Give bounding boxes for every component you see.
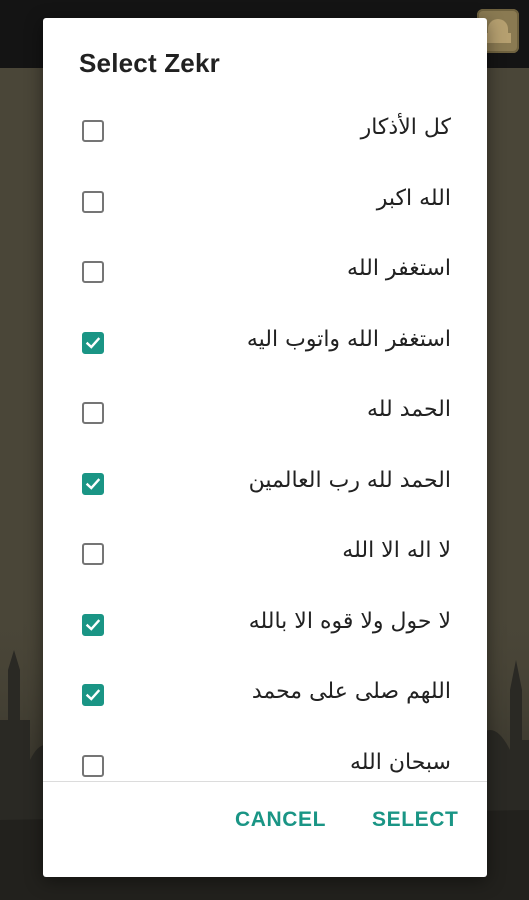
checkbox-checked[interactable] <box>82 331 104 354</box>
zekr-list-item[interactable]: الحمد لله رب العالمين <box>43 451 487 521</box>
dialog-title: Select Zekr <box>79 48 220 78</box>
check-icon <box>85 689 101 701</box>
select-button[interactable]: SELECT <box>372 806 458 834</box>
check-icon <box>85 477 101 490</box>
zekr-item-label: الله اكبر <box>376 185 451 211</box>
zekr-list-item[interactable]: سبحان الله <box>43 733 487 782</box>
zekr-item-label: سبحان الله <box>349 749 451 775</box>
checkbox-unchecked[interactable] <box>82 120 104 142</box>
checkbox-unchecked[interactable] <box>82 190 104 213</box>
zekr-list-item[interactable]: استغفر الله <box>43 239 487 309</box>
check-icon <box>85 336 101 349</box>
checkbox-checked[interactable] <box>82 613 104 636</box>
zekr-list[interactable]: كل الأذكار الله اكبر استغفر الله استغفر الل… <box>43 98 487 781</box>
checkbox-unchecked[interactable] <box>82 754 104 777</box>
zekr-list-item[interactable]: اللهم صلى على محمد <box>43 662 487 732</box>
zekr-list-item[interactable]: الحمد لله <box>43 380 487 450</box>
checkbox-unchecked[interactable] <box>82 402 104 424</box>
zekr-item-label: اللهم صلى على محمد <box>251 679 451 704</box>
zekr-item-label: الحمد لله رب العالمين <box>248 467 451 493</box>
zekr-list-item[interactable]: كل الأذكار <box>43 98 487 168</box>
checkbox-unchecked[interactable] <box>82 261 104 283</box>
zekr-item-label: استغفر الله واتوب اليه <box>246 326 451 352</box>
select-zekr-dialog: Select Zekr كل الأذكار الله اكبر استغفر ال… <box>43 18 487 877</box>
button-divider <box>43 781 487 782</box>
zekr-item-label: الحمد لله <box>366 397 451 422</box>
zekr-item-label: كل الأذكار <box>360 115 451 140</box>
zekr-list-item[interactable]: لا حول ولا قوه الا بالله <box>43 592 487 662</box>
zekr-list-item[interactable]: لا اله الا الله <box>43 521 487 591</box>
zekr-list-item[interactable]: الله اكبر <box>43 169 487 239</box>
checkbox-checked[interactable] <box>82 472 104 495</box>
checkbox-unchecked[interactable] <box>82 543 104 565</box>
cancel-button[interactable]: CANCEL <box>235 806 326 834</box>
zekr-list-item[interactable]: استغفر الله واتوب اليه <box>43 310 487 380</box>
zekr-item-label: استغفر الله <box>347 256 451 281</box>
checkbox-checked[interactable] <box>82 684 104 706</box>
zekr-item-label: لا اله الا الله <box>342 538 451 563</box>
zekr-item-label: لا حول ولا قوه الا بالله <box>248 608 451 634</box>
check-icon <box>85 618 101 631</box>
